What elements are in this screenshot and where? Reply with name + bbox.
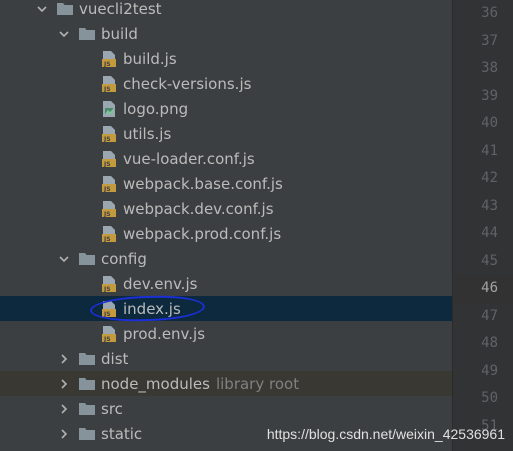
folder-icon: [78, 350, 96, 368]
tree-item-label: src: [101, 399, 123, 418]
svg-text:JS: JS: [103, 236, 111, 243]
svg-text:JS: JS: [103, 211, 111, 218]
js-file-icon: JS: [100, 200, 118, 218]
js-file-icon: JS: [100, 75, 118, 93]
chevron-down-icon[interactable]: [34, 1, 50, 17]
tree-folder-root[interactable]: vuecli2test: [0, 0, 452, 21]
folder-icon: [78, 250, 96, 268]
tree-file-item[interactable]: JS dev.env.js: [0, 271, 452, 296]
folder-icon: [78, 425, 96, 443]
tree-item-label: config: [101, 249, 147, 268]
js-file-icon: JS: [100, 125, 118, 143]
svg-text:JS: JS: [103, 61, 111, 68]
svg-text:JS: JS: [103, 286, 111, 293]
svg-text:JS: JS: [103, 186, 111, 193]
chevron-right-icon[interactable]: [56, 376, 72, 392]
js-file-icon: JS: [100, 150, 118, 168]
folder-icon: [78, 375, 96, 393]
tree-item-label: build: [101, 24, 138, 43]
tree-item-label: webpack.base.conf.js: [123, 174, 283, 193]
js-file-icon: JS: [100, 50, 118, 68]
folder-icon: [56, 0, 74, 18]
tree-item-label: vuecli2test: [79, 0, 162, 18]
tree-item-label: utils.js: [123, 124, 172, 143]
tree-file-item[interactable]: JS check-versions.js: [0, 71, 452, 96]
tree-file-item[interactable]: JS webpack.prod.conf.js: [0, 221, 452, 246]
js-file-icon: JS: [100, 175, 118, 193]
tree-file-item[interactable]: JS webpack.base.conf.js: [0, 171, 452, 196]
line-number: 46: [453, 275, 513, 303]
tree-item-label: logo.png: [123, 99, 189, 118]
line-number: 43: [481, 197, 498, 214]
watermark: https://blog.csdn.net/weixin_42536961: [266, 426, 505, 442]
line-number: 39: [481, 87, 498, 104]
folder-icon: [78, 25, 96, 43]
tree-item-label: build.js: [123, 49, 177, 68]
line-number: 38: [481, 60, 498, 76]
tree-item-label: check-versions.js: [123, 74, 252, 93]
tree-item-label: dist: [101, 349, 129, 368]
tree-folder-src[interactable]: src: [0, 396, 452, 421]
folder-icon: [78, 400, 96, 418]
line-number: 49: [481, 362, 498, 379]
tree-file-item[interactable]: JS vue-loader.conf.js: [0, 146, 452, 171]
line-number: 44: [481, 225, 498, 241]
svg-text:JS: JS: [103, 136, 111, 143]
tree-file-item[interactable]: JS index.js: [0, 296, 452, 321]
svg-text:JS: JS: [103, 161, 111, 168]
line-number: 50: [481, 390, 498, 406]
chevron-right-icon[interactable]: [56, 351, 72, 367]
line-number-gutter: 36 37 38 39 40 41 42 43 44 45 46 47 48 49 50 51: [452, 0, 513, 451]
tree-item-label: dev.env.js: [123, 274, 198, 293]
tree-item-label: webpack.dev.conf.js: [123, 199, 274, 218]
line-number: 41: [481, 142, 498, 159]
line-number: 48: [481, 335, 498, 351]
tree-file-item[interactable]: JS build.js: [0, 46, 452, 71]
chevron-right-icon[interactable]: [56, 401, 72, 417]
tree-folder-build[interactable]: build: [0, 21, 452, 46]
tree-file-item[interactable]: JS webpack.dev.conf.js: [0, 196, 452, 221]
tree-item-label: vue-loader.conf.js: [123, 149, 255, 168]
tree-item-label: node_modules: [101, 374, 210, 393]
chevron-right-icon[interactable]: [56, 426, 72, 442]
tree-file-item[interactable]: JS prod.env.js: [0, 321, 452, 346]
tree-item-label: webpack.prod.conf.js: [123, 224, 282, 243]
project-tree: vuecli2test build JS build.js JS check-versio…: [0, 0, 452, 451]
js-file-icon: JS: [100, 325, 118, 343]
tree-folder-dist[interactable]: dist: [0, 346, 452, 371]
line-number: 40: [481, 115, 498, 131]
line-number: 36: [481, 5, 498, 21]
line-number: 42: [481, 170, 498, 186]
tree-file-item[interactable]: JS utils.js: [0, 121, 452, 146]
tree-item-label: prod.env.js: [123, 324, 206, 343]
chevron-down-icon[interactable]: [56, 251, 72, 267]
tree-item-label: static: [101, 424, 143, 443]
image-file-icon: [100, 100, 118, 118]
line-number: 45: [481, 252, 498, 269]
svg-text:JS: JS: [103, 86, 111, 93]
tree-folder-config[interactable]: config: [0, 246, 452, 271]
js-file-icon: JS: [100, 275, 118, 293]
line-number: 37: [481, 32, 498, 49]
svg-text:JS: JS: [103, 336, 111, 343]
library-root-hint: library root: [215, 374, 300, 393]
line-number: 47: [481, 307, 498, 324]
tree-file-item[interactable]: logo.png: [0, 96, 452, 121]
js-file-icon: JS: [100, 225, 118, 243]
tree-folder-node-modules[interactable]: node_modules library root: [0, 371, 452, 396]
chevron-down-icon[interactable]: [56, 26, 72, 42]
